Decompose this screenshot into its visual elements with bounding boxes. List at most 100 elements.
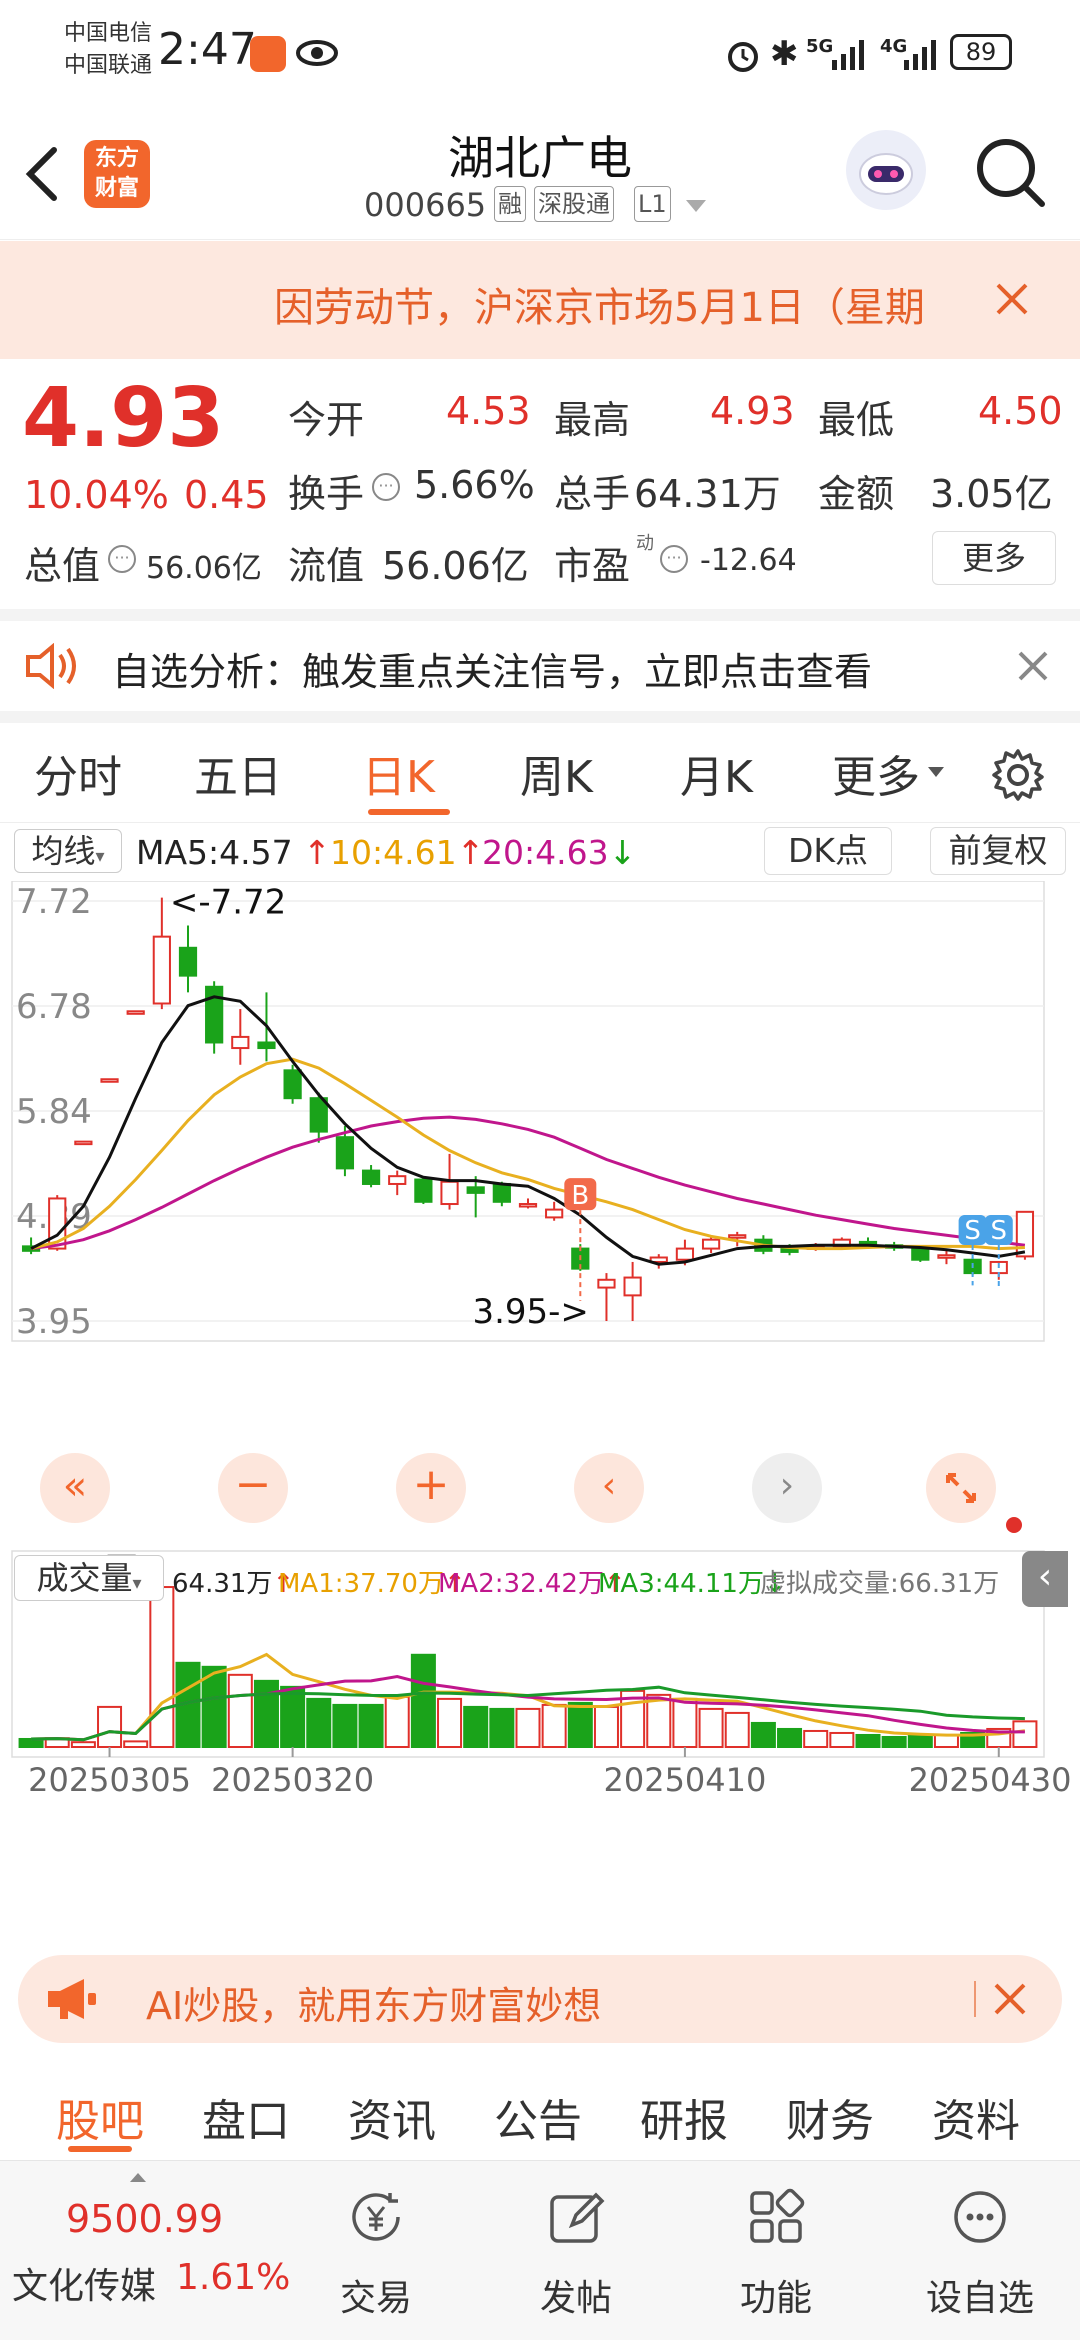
watchlist-label: 设自选 <box>925 2278 1034 2319</box>
close-analysis-icon[interactable] <box>1016 649 1050 687</box>
chevron-down-icon[interactable] <box>686 200 706 212</box>
tab-monthly-k[interactable]: 月K <box>680 741 753 805</box>
more-quote-button[interactable]: 更多 <box>932 531 1056 585</box>
volume-bar <box>410 1653 436 1749</box>
dk-point-button[interactable]: DK点 <box>764 827 892 875</box>
add-watchlist-button[interactable]: 设自选 <box>900 2161 1060 2341</box>
notice-text: 因劳动节，沪深京市场5月1日（星期 <box>274 285 925 331</box>
scroll-left-button[interactable]: « <box>40 1453 110 1523</box>
tab-more[interactable]: 更多 <box>832 741 920 805</box>
alarm-icon <box>724 36 762 78</box>
volume-bar <box>724 1711 750 1749</box>
settings-gear-icon[interactable] <box>990 747 1046 807</box>
tab-five-day[interactable]: 五日 <box>194 741 282 805</box>
adjust-price-button[interactable]: 前复权 <box>930 827 1066 875</box>
volume-dropdown[interactable]: 成交量▾ <box>14 1555 164 1601</box>
volume-bar <box>777 1727 803 1749</box>
post-button[interactable]: 发帖 <box>496 2161 656 2341</box>
next-button[interactable]: › <box>752 1453 822 1523</box>
candle-body <box>126 1010 145 1015</box>
info-icon[interactable]: ··· <box>660 545 688 573</box>
pe-value: -12.64 <box>700 543 797 578</box>
connect-tag: 深股通 <box>534 186 614 222</box>
candle-body <box>466 1186 485 1194</box>
yuan-cycle-icon <box>352 2193 400 2241</box>
ai-promo-banner[interactable]: AI炒股，就用东方财富妙想 <box>18 1955 1062 2043</box>
volume-bar <box>646 1693 672 1749</box>
tab-profile[interactable]: 资料 <box>932 2085 1020 2149</box>
tab-guba[interactable]: 股吧 <box>56 2085 144 2149</box>
volume-bar <box>253 1679 279 1748</box>
volume-ma3: MA3:44.11万↓ <box>598 1569 786 1599</box>
volume-bar <box>829 1731 855 1749</box>
tab-news[interactable]: 资讯 <box>348 2085 436 2149</box>
tab-weekly-k[interactable]: 周K <box>520 741 593 805</box>
status-time: 2:47 <box>158 24 257 75</box>
robot-assistant-icon[interactable] <box>846 130 926 210</box>
high-value: 4.93 <box>710 389 795 433</box>
sector-index-value: 9500.99 <box>66 2197 224 2241</box>
volume-bar <box>567 1701 593 1748</box>
margin-tag: 融 <box>494 186 526 222</box>
price-tick-label: 3.95 <box>16 1302 92 1342</box>
sector-index[interactable]: 9500.99 文化传媒 1.61% <box>0 2161 290 2341</box>
candle-body <box>335 1136 355 1170</box>
watchlist-analysis-row[interactable]: 自选分析：触发重点关注信号，立即点击查看 <box>0 621 1080 711</box>
zoom-in-button[interactable]: + <box>396 1453 466 1523</box>
tab-announcements[interactable]: 公告 <box>494 2085 582 2149</box>
sell-marker-label: S <box>991 1216 1008 1246</box>
price-tick-label: 6.78 <box>16 987 92 1027</box>
candle-body <box>492 1182 511 1203</box>
fullscreen-icon[interactable] <box>926 1453 996 1523</box>
candle-body <box>518 1203 538 1208</box>
candle-body <box>231 1035 250 1050</box>
volume-bar <box>933 1733 959 1749</box>
megaphone-icon <box>44 1975 98 2027</box>
total-mv-value: 56.06亿 <box>146 551 262 586</box>
grid-apps-icon <box>750 2188 805 2243</box>
function-label: 功能 <box>739 2278 812 2319</box>
holiday-notice[interactable]: 因劳动节，沪深京市场5月1日（星期 <box>0 241 1080 359</box>
caret-down-icon[interactable] <box>928 767 944 777</box>
amount-label: 金额 <box>818 472 895 516</box>
date-label: 20250305 <box>28 1761 191 1799</box>
candle-body <box>675 1247 695 1261</box>
trade-label: 交易 <box>339 2278 412 2319</box>
zoom-out-button[interactable]: − <box>218 1453 288 1523</box>
total-mv-label: 总值 <box>24 544 101 588</box>
candle-body <box>728 1234 747 1239</box>
volume-bar <box>306 1697 332 1749</box>
virtual-volume: 虚拟成交量:66.31万 <box>760 1569 1000 1599</box>
candle-body <box>545 1208 564 1219</box>
ma10-line <box>30 1057 1025 1251</box>
info-icon[interactable]: ··· <box>108 545 136 573</box>
tab-intraday[interactable]: 分时 <box>34 741 122 805</box>
candle-body <box>361 1169 381 1185</box>
tab-research[interactable]: 研报 <box>640 2085 728 2149</box>
low-value: 4.50 <box>978 389 1063 433</box>
ma20-value: 20:4.63↓ <box>482 833 637 872</box>
ma-dropdown[interactable]: 均线▾ <box>14 829 122 873</box>
volume-bar <box>803 1729 829 1749</box>
prev-button[interactable]: ‹ <box>574 1453 644 1523</box>
stock-code: 000665 <box>364 186 487 224</box>
turnover-label: 换手 <box>288 472 365 516</box>
volume-bar <box>1012 1720 1038 1749</box>
open-label: 今开 <box>288 398 365 442</box>
close-notice-icon[interactable] <box>994 281 1030 321</box>
function-button[interactable]: 功能 <box>696 2161 856 2341</box>
info-icon[interactable]: ··· <box>372 473 400 501</box>
price-tick-label: 5.84 <box>16 1092 92 1132</box>
trade-button[interactable]: 交易 <box>296 2161 456 2341</box>
level-tag: L1 <box>634 186 671 222</box>
carrier-1: 中国电信 <box>64 21 153 46</box>
candlestick-chart[interactable]: 7.726.785.844.893.95<-7.723.95->BSS399.1… <box>0 881 1080 1913</box>
battery-icon: 89 <box>950 34 1012 70</box>
search-icon[interactable] <box>974 136 1046 212</box>
tab-daily-k[interactable]: 日K <box>362 741 435 805</box>
bluetooth-icon: ✱ <box>770 34 799 74</box>
collapse-panel-button[interactable]: ‹ <box>1022 1551 1068 1607</box>
close-ai-banner-icon[interactable] <box>992 1981 1028 2021</box>
tab-finance[interactable]: 财务 <box>786 2085 874 2149</box>
tab-order-book[interactable]: 盘口 <box>202 2085 290 2149</box>
